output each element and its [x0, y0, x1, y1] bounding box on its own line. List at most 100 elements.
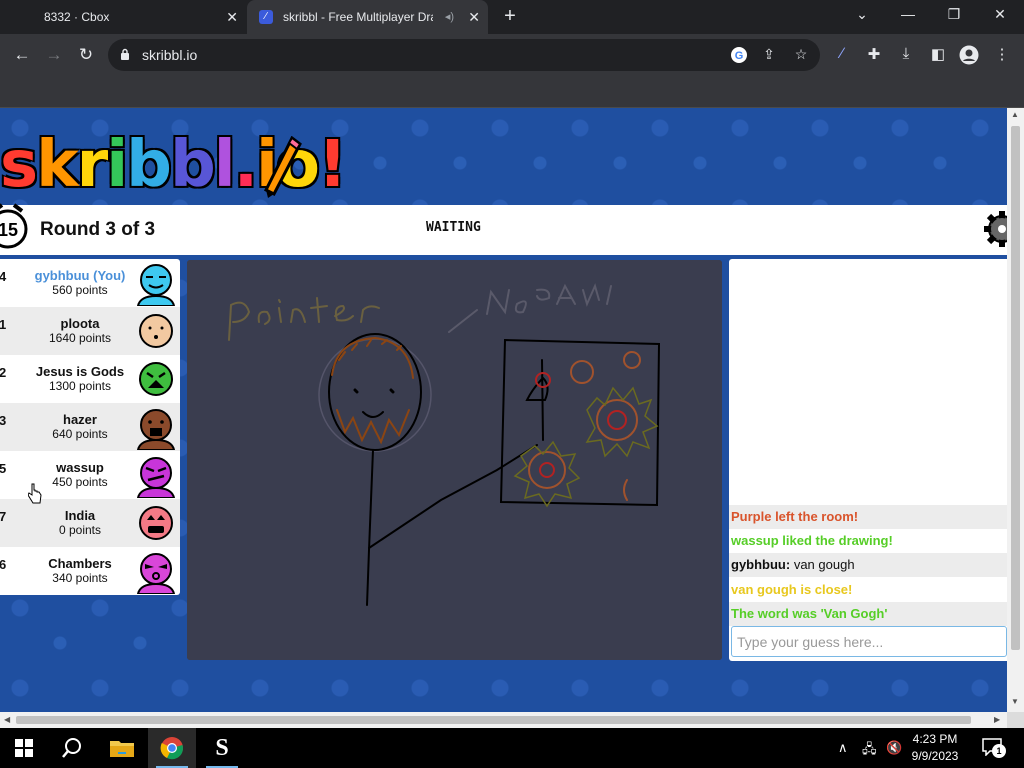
chrome-icon[interactable]	[148, 728, 196, 768]
chat-message: gybhbuu: van gough	[729, 553, 1007, 577]
restore-button[interactable]: ❐	[944, 6, 964, 23]
player-points: 560 points	[52, 283, 108, 297]
player-list: 4 gybhbuu (You) 560 points 1 ploota 1640…	[0, 259, 180, 595]
volume-muted-icon[interactable]: 🔇	[886, 740, 902, 756]
player-points: 1300 points	[48, 379, 112, 393]
tab-cbox[interactable]: 8332 · Cbox ✕	[0, 0, 246, 34]
page-viewport: skribbl.io! 15 Round 3 of 3 WAITING 4 gy…	[0, 108, 1007, 712]
chat-message: Purple left the room!	[729, 505, 1007, 529]
alarm-clock-icon: 15	[0, 203, 28, 249]
show-hidden-icons-chevron-icon[interactable]: ∧	[838, 740, 848, 756]
clock-time: 4:23 PM	[912, 732, 958, 746]
scrollbar-thumb[interactable]	[16, 716, 971, 724]
pencil-logo-icon	[263, 136, 302, 198]
profile-avatar-icon[interactable]	[959, 45, 979, 65]
player-row[interactable]: 1 ploota 1640 points	[0, 307, 180, 355]
browser-menu-icon[interactable]: ⋮	[992, 45, 1012, 65]
download-icon[interactable]: ⤓	[896, 45, 916, 65]
chat-message: wassup liked the drawing!	[729, 529, 1007, 553]
scroll-left-arrow-icon[interactable]: ◀	[4, 715, 10, 724]
player-name: hazer	[63, 412, 97, 427]
minimize-button[interactable]: —	[898, 6, 918, 22]
player-rank: 3	[0, 413, 7, 428]
player-name: gybhbuu (You)	[34, 268, 126, 283]
chat-message-text: The word was 'Van Gogh'	[731, 606, 888, 621]
browser-titlebar: 8332 · Cbox ✕ ∕ skribbl - Free Multiplay…	[0, 0, 1024, 34]
forward-arrow-icon[interactable]: →	[44, 45, 64, 65]
player-points: 0 points	[58, 523, 102, 537]
player-row[interactable]: 6 Chambers 340 points	[0, 547, 180, 595]
s-app-icon[interactable]: S	[198, 728, 246, 768]
chat-message-text: wassup liked the drawing!	[731, 533, 893, 548]
tab-title: skribbl - Free Multiplayer Dra	[283, 10, 433, 24]
player-row[interactable]: 7 India 0 points	[0, 499, 180, 547]
chat-message-text: Purple left the room!	[731, 509, 859, 524]
close-icon[interactable]: ✕	[468, 9, 480, 26]
player-avatar-icon	[136, 553, 176, 594]
player-row[interactable]: 4 gybhbuu (You) 560 points	[0, 259, 180, 307]
player-avatar-icon	[139, 362, 173, 396]
google-icon[interactable]: G	[730, 46, 748, 64]
chat-message-text: van gough is close!	[731, 582, 853, 597]
drawing-canvas[interactable]	[187, 260, 722, 660]
guess-input[interactable]	[731, 626, 1007, 657]
search-icon[interactable]	[48, 728, 96, 768]
player-points: 1640 points	[48, 331, 112, 345]
url-text: skribbl.io	[142, 47, 198, 63]
notification-center-icon[interactable]: 1	[982, 738, 1006, 758]
chat-panel: Purple left the room! wassup liked the d…	[729, 259, 1007, 661]
chat-message-text: van gough	[790, 557, 855, 572]
reload-icon[interactable]: ↻	[76, 45, 96, 65]
player-rank: 5	[0, 461, 7, 476]
bookmarks-bar	[0, 76, 1024, 108]
player-name: Chambers	[48, 556, 112, 571]
scrollbar-corner	[1007, 712, 1024, 728]
timer-text: 15	[0, 220, 18, 240]
player-rank: 4	[0, 269, 7, 284]
player-row[interactable]: 2 Jesus is Gods 1300 points	[0, 355, 180, 403]
file-explorer-icon[interactable]	[98, 728, 146, 768]
player-avatar-icon	[136, 457, 176, 498]
side-panel-icon[interactable]: ◧	[928, 45, 948, 65]
address-bar[interactable]: skribbl.io G ⇪ ☆	[108, 39, 820, 71]
share-icon[interactable]: ⇪	[760, 46, 778, 64]
player-row[interactable]: 3 hazer 640 points	[0, 403, 180, 451]
game-topbar: 15 Round 3 of 3 WAITING	[0, 203, 1007, 255]
player-rank: 2	[0, 365, 7, 380]
windows-taskbar: S ∧ 🖧 🔇 4:23 PM 9/9/2023 1	[0, 728, 1024, 768]
player-name: ploota	[60, 316, 100, 331]
vertical-scrollbar[interactable]: ▲ ▼	[1007, 108, 1024, 712]
close-window-button[interactable]: ✕	[990, 6, 1010, 23]
svg-text:G: G	[735, 50, 744, 62]
scrollbar-thumb[interactable]	[1011, 126, 1020, 650]
round-indicator: Round 3 of 3	[40, 219, 156, 240]
back-arrow-icon[interactable]: ←	[12, 45, 32, 65]
network-icon[interactable]: 🖧	[862, 740, 877, 762]
scroll-right-arrow-icon[interactable]: ▶	[994, 715, 1000, 724]
notification-badge: 1	[992, 744, 1006, 758]
player-avatar-icon	[136, 409, 176, 450]
player-rank: 6	[0, 557, 7, 572]
player-name: Jesus is Gods	[35, 364, 125, 379]
speaker-icon[interactable]: ◂)	[445, 10, 454, 23]
taskbar-clock[interactable]: 4:23 PM 9/9/2023	[905, 731, 965, 765]
tab-search-chevron-icon[interactable]: ⌄	[852, 6, 872, 23]
player-row[interactable]: 5 wassup 450 points	[0, 451, 180, 499]
player-name: wassup	[56, 460, 104, 475]
player-points: 340 points	[52, 571, 108, 585]
clock-date: 9/9/2023	[911, 749, 959, 763]
lock-icon	[121, 48, 129, 60]
windows-start-icon[interactable]	[0, 728, 48, 768]
settings-gear-icon[interactable]	[982, 209, 1007, 249]
bookmark-star-icon[interactable]: ☆	[792, 46, 810, 64]
player-avatar-icon	[139, 314, 173, 348]
horizontal-scrollbar[interactable]: ◀ ▶	[0, 712, 1007, 728]
new-tab-button[interactable]: +	[500, 5, 520, 28]
scroll-down-arrow-icon[interactable]: ▼	[1011, 697, 1019, 706]
close-icon[interactable]: ✕	[226, 9, 238, 26]
scroll-up-arrow-icon[interactable]: ▲	[1011, 110, 1019, 119]
extensions-puzzle-icon[interactable]: ✚	[864, 45, 884, 65]
tab-skribbl[interactable]: ∕ skribbl - Free Multiplayer Dra ◂) ✕	[247, 0, 488, 34]
chat-message: van gough is close!	[729, 578, 1007, 602]
skribbl-extension-icon[interactable]: ∕	[832, 45, 852, 65]
